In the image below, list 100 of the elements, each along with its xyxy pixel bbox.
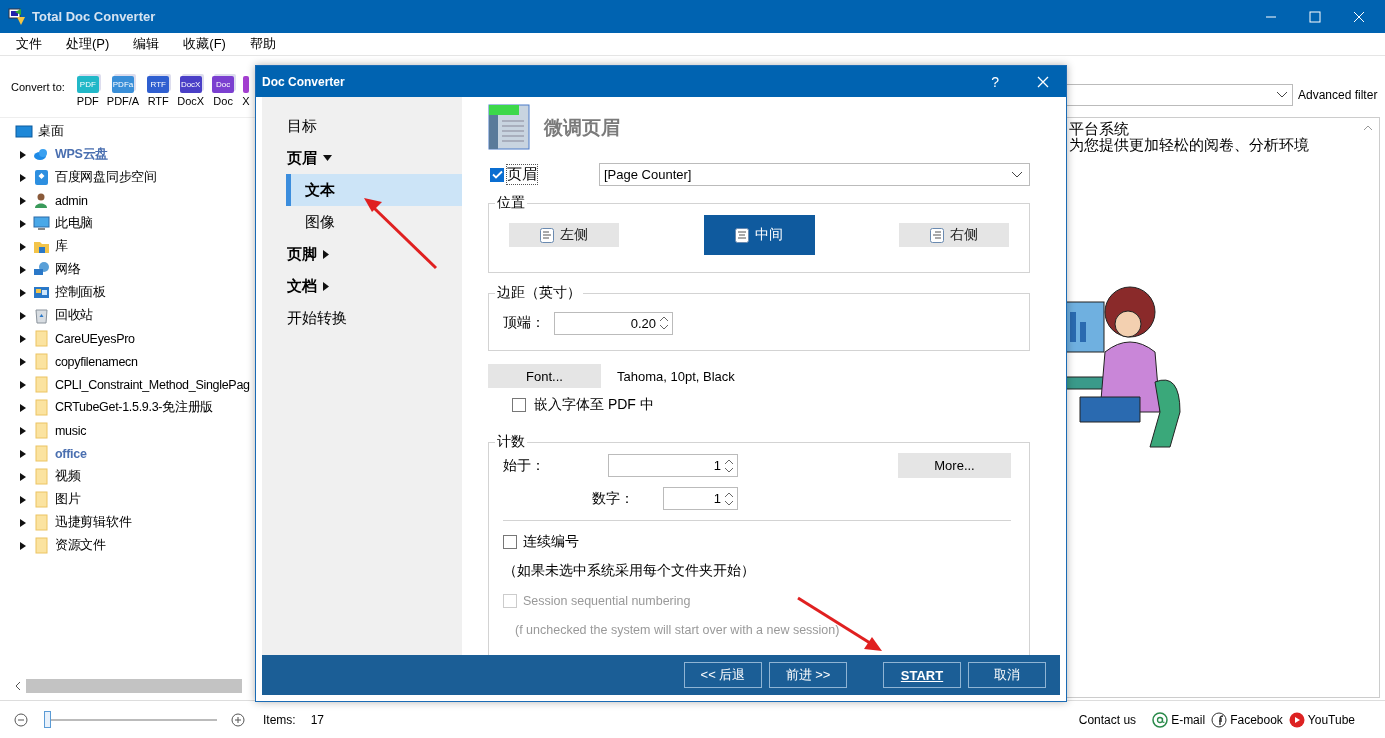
nav-item[interactable]: 目标 (287, 116, 317, 136)
expand-arrow-icon (19, 172, 27, 183)
menu-item[interactable]: 收藏(F) (175, 35, 234, 53)
format-button[interactable]: Doc Doc (212, 76, 235, 107)
checkbox[interactable] (512, 398, 526, 412)
tree-item[interactable]: 视频 (55, 468, 81, 485)
items-label: Items: (263, 712, 296, 727)
dialog-button[interactable]: 取消 (968, 662, 1046, 688)
file-icon: PDFa (112, 76, 134, 93)
file-icon: DocX (179, 76, 202, 93)
tree-item[interactable]: 资源文件 (55, 537, 106, 554)
menu-item[interactable]: 文件 (8, 35, 50, 53)
expand-arrow-icon (19, 356, 27, 367)
align-icon (735, 227, 749, 243)
items-count: 17 (310, 712, 325, 727)
nav-item[interactable]: 图像 (286, 206, 462, 238)
folder-icon (33, 330, 50, 347)
nav-item[interactable]: 开始转换 (287, 308, 347, 328)
checkbox-label[interactable]: 页眉 (507, 165, 537, 184)
filter-label[interactable]: Advanced filter (1298, 88, 1378, 102)
document-text: 为您提供更加轻松的阅卷、分析环境 (1069, 137, 1309, 153)
desktop-icon (15, 124, 33, 139)
number-field[interactable]: 0.20 (554, 311, 673, 335)
tree-item[interactable]: 回收站 (55, 307, 94, 324)
format-button[interactable]: DocX DocX (177, 76, 205, 107)
tree-item[interactable]: admin (55, 193, 88, 208)
position-button[interactable]: 中间 (703, 215, 815, 255)
app-icon (8, 7, 26, 26)
align-icon (930, 227, 944, 243)
menu-item[interactable]: 处理(P) (58, 35, 118, 53)
zoom-in-icon (231, 712, 245, 727)
tree-item[interactable]: 此电脑 (55, 215, 94, 232)
tree-item[interactable]: 控制面板 (55, 284, 106, 301)
social-link[interactable]: E-mail (1152, 711, 1206, 728)
tree-item[interactable]: 迅捷剪辑软件 (55, 514, 132, 531)
field-label: 始于： (503, 456, 546, 475)
group-title: 边距（英寸） (496, 284, 582, 302)
field-label: 数字： (592, 489, 635, 508)
user-icon (33, 192, 50, 209)
menu-item[interactable]: 帮助 (241, 35, 284, 53)
nav-item[interactable]: 页眉 (287, 148, 317, 168)
tree-item[interactable]: 网络 (55, 261, 81, 278)
checkbox[interactable] (490, 167, 504, 182)
tree-item[interactable]: office (55, 446, 87, 461)
tree-item[interactable]: 百度网盘同步空间 (55, 169, 157, 186)
checkbox-label[interactable]: 嵌入字体至 PDF 中 (534, 396, 654, 414)
recycle-bin-icon (33, 307, 50, 324)
format-button[interactable]: PDFa PDF/A (106, 76, 140, 107)
tree-item[interactable]: CareUEyesPro (55, 331, 135, 346)
format-button[interactable]: X (242, 76, 250, 107)
nav-item[interactable]: 文档 (287, 276, 317, 296)
tree-item[interactable]: 库 (55, 238, 68, 255)
page-settings-icon (488, 104, 532, 152)
zoom-slider-thumb[interactable] (44, 710, 51, 728)
social-link[interactable]: Facebook (1211, 711, 1283, 728)
close-icon[interactable] (1037, 75, 1049, 88)
dialog-title: Doc Converter (262, 74, 346, 89)
file-icon: Doc (212, 76, 235, 93)
social-link[interactable]: YouTube (1288, 711, 1355, 728)
header-dropdown[interactable]: [Page Counter] (599, 163, 1030, 186)
tree-item[interactable]: copyfilenamecn (55, 354, 138, 369)
tree-item[interactable]: WPS云盘 (55, 146, 108, 163)
tree-item[interactable]: CRTubeGet-1.5.9.3-免注册版 (55, 399, 213, 416)
nav-item[interactable]: 文本 (286, 174, 462, 206)
maximize-icon[interactable] (1309, 10, 1321, 23)
more-button[interactable]: More... (898, 453, 1011, 478)
format-button[interactable]: RTF RTF (147, 76, 170, 107)
tree-item[interactable]: 图片 (55, 491, 81, 508)
scrollbar-thumb[interactable] (26, 679, 242, 693)
font-button[interactable]: Font... (488, 364, 601, 388)
window-title: Total Doc Converter (32, 9, 157, 24)
spin-arrows-icon (724, 490, 734, 507)
dialog-button[interactable]: START (883, 662, 961, 688)
folder-icon (33, 399, 50, 416)
computer-icon (33, 215, 50, 232)
zoom-out-icon (14, 712, 28, 727)
field-label: 顶端： (503, 314, 545, 332)
dialog-button[interactable]: << 后退 (684, 662, 762, 688)
nav-item[interactable]: 页脚 (287, 244, 317, 264)
dialog-button[interactable]: 前进 >> (769, 662, 847, 688)
expand-arrow-icon (19, 425, 27, 436)
expand-arrow-icon (19, 149, 27, 160)
help-button[interactable]: ? (991, 73, 999, 90)
close-icon[interactable] (1353, 10, 1365, 23)
position-button[interactable]: 左侧 (509, 223, 619, 247)
tree-item[interactable]: music (55, 423, 87, 438)
format-button[interactable]: PDF PDF (76, 76, 99, 107)
menu-item[interactable]: 编辑 (125, 35, 168, 53)
tree-item[interactable]: CPLI_Constraint_Method_SinglePag (55, 377, 250, 392)
group-title: 计数 (496, 433, 526, 451)
checkbox[interactable] (503, 535, 517, 549)
position-button[interactable]: 右侧 (899, 223, 1009, 247)
sync-folder-icon (33, 169, 50, 186)
folder-icon (33, 468, 50, 485)
number-field[interactable]: 1 (663, 487, 738, 510)
email-icon (1152, 711, 1169, 728)
number-field[interactable]: 1 (608, 454, 738, 477)
tree-item[interactable]: 桌面 (38, 123, 64, 140)
checkbox-label[interactable]: 连续编号 (523, 533, 579, 551)
scroll-up-icon (1363, 124, 1373, 131)
